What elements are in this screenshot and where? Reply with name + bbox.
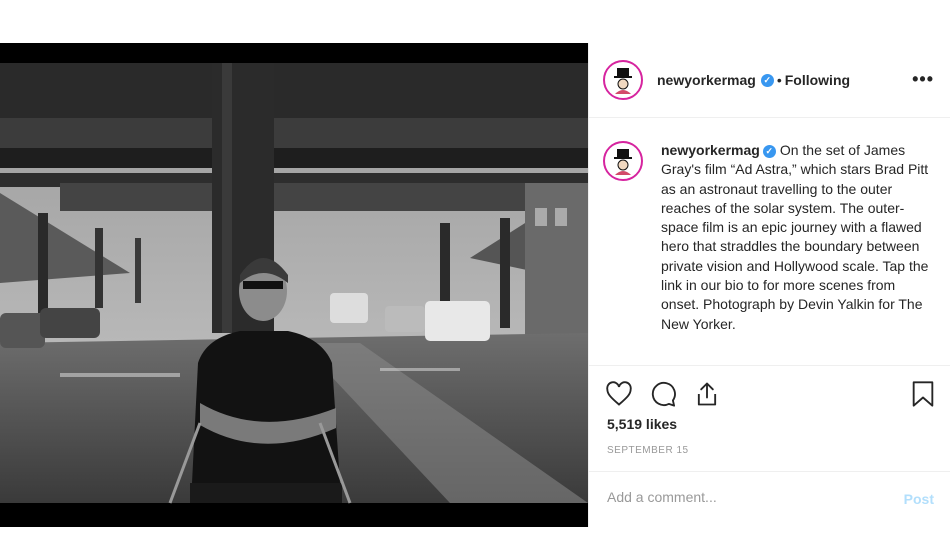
likes-count[interactable]: 5,519 likes xyxy=(607,416,677,432)
share-icon xyxy=(697,382,717,406)
newyorker-logo-icon xyxy=(607,64,639,96)
post-sidebar: newyorkermag ✓ • Following ••• newyorker… xyxy=(588,43,950,527)
photo-street-scene xyxy=(0,43,588,527)
verified-badge-icon: ✓ xyxy=(760,73,774,87)
comment-bar: Post xyxy=(589,471,950,528)
caption-row: newyorkermag ✓ On the set of James Gray's … xyxy=(603,141,929,334)
heart-icon xyxy=(606,381,632,406)
avatar[interactable] xyxy=(603,60,643,100)
separator-dot: • xyxy=(776,72,782,88)
comment-input[interactable] xyxy=(605,488,889,506)
following-button[interactable]: Following xyxy=(785,72,850,88)
comment-button[interactable] xyxy=(649,380,677,413)
header-username[interactable]: newyorkermag xyxy=(657,72,756,88)
like-button[interactable] xyxy=(605,380,633,413)
save-button[interactable] xyxy=(910,380,936,413)
caption-avatar[interactable] xyxy=(603,141,643,181)
caption-text: newyorkermag ✓ On the set of James Gray's … xyxy=(661,141,929,334)
post-date[interactable]: SEPTEMBER 15 xyxy=(607,445,689,456)
bookmark-icon xyxy=(912,381,934,407)
caption-body: On the set of James Gray's film “Ad Astr… xyxy=(661,142,929,332)
share-button[interactable] xyxy=(693,380,721,413)
post-comment-button[interactable]: Post xyxy=(904,491,934,507)
newyorker-logo-icon xyxy=(607,145,639,177)
post-photo[interactable] xyxy=(0,43,588,527)
caption-verified-badge-icon: ✓ xyxy=(762,144,776,158)
post-header: newyorkermag ✓ • Following ••• xyxy=(589,43,950,118)
caption-username[interactable]: newyorkermag xyxy=(661,142,760,158)
comment-icon xyxy=(651,381,676,407)
more-options-button[interactable]: ••• xyxy=(912,69,934,90)
